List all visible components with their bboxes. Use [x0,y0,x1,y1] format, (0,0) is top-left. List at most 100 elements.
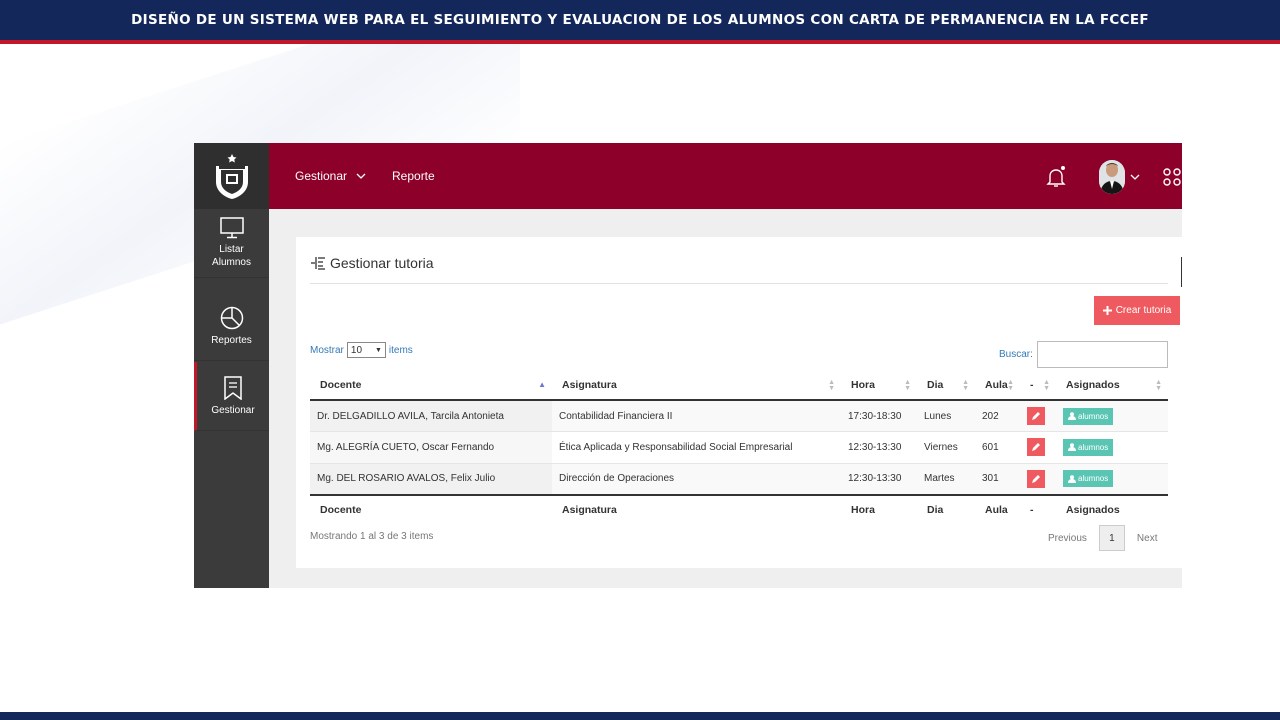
table-row: Mg. DEL ROSARIO AVALOS, Felix Julio Dire… [310,462,1168,495]
alumnos-button[interactable]: alumnos [1063,438,1114,456]
footer-aula: Aula [975,493,1020,525]
sidebar-item-label: Alumnos [212,257,251,268]
previous-button[interactable]: Previous [1048,533,1087,544]
cell-dia: Viernes [917,431,975,463]
search-label: Buscar: [999,349,1033,360]
cell-asignados: alumnos [1056,399,1168,432]
edit-button[interactable] [1027,407,1045,425]
alumnos-button[interactable]: alumnos [1063,407,1114,425]
cell-aula: 601 [975,431,1020,463]
user-icon [1068,443,1076,452]
sidebar-item-listar-alumnos[interactable]: Listar Alumnos [194,209,269,278]
page-title-text: Gestionar tutoria [330,255,434,271]
column-header-label: - [1030,378,1034,391]
page-length-select[interactable]: 10 ▼ [346,342,386,358]
user-icon [1068,474,1076,483]
user-icon [1068,412,1076,420]
edit-button[interactable] [1027,469,1045,488]
bookmark-icon [224,375,242,400]
crear-tutoria-label: Crear tutoria [1115,305,1172,316]
cell-edit [1020,399,1056,432]
items-label: items [388,344,413,356]
column-header-hora[interactable]: Hora ▲ ▼ [841,370,917,401]
app-screenshot: Listar Alumnos Reportes Gestionar Gestio… [194,143,1182,588]
page-length-control: Mostrar 10 ▼ items [310,342,413,358]
apps-button[interactable] [1162,167,1182,192]
cell-edit [1020,431,1056,463]
tutoria-table: Docente ▲ Asignatura ▲ ▼ Hora ▲ ▼ Dia ▲ ▼ Aula ▲… [310,370,1168,525]
cell-aula: 202 [975,399,1020,432]
sort-icon: ▲ ▼ [1155,379,1162,392]
footer-hora: Hora [841,493,917,525]
sort-asc-icon: ▲ [538,380,546,389]
cell-dia: Lunes [917,399,975,432]
cell-docente: Mg. DEL ROSARIO AVALOS, Felix Julio [310,462,552,495]
footer-asignados: Asignados [1056,493,1168,525]
top-navbar: Gestionar Reporte [269,143,1182,209]
cell-asignados: alumnos [1056,462,1168,495]
logo[interactable] [194,143,269,209]
cell-hora: 12:30-13:30 [841,431,917,463]
nav-gestionar-dropdown[interactable]: Gestionar [295,169,366,183]
nav-reporte[interactable]: Reporte [392,169,435,183]
sidebar-item-reportes[interactable]: Reportes [194,292,269,361]
notifications-button[interactable] [1044,165,1068,194]
sort-icon: ▲ ▼ [904,379,911,392]
divider [310,283,1168,284]
user-photo-icon [1099,160,1125,194]
sort-icon: ▲ ▼ [828,379,835,392]
slide-title: DISEÑO DE UN SISTEMA WEB PARA EL SEGUIMI… [131,12,1149,28]
column-header-dia[interactable]: Dia ▲ ▼ [917,370,975,401]
alumnos-label: alumnos [1078,411,1109,421]
pie-chart-icon [220,306,243,329]
nav-label: Gestionar [295,169,348,183]
cell-hora: 17:30-18:30 [841,399,917,432]
page-button-1[interactable]: 1 [1098,525,1125,551]
column-header-label: Aula [985,378,1008,391]
slide-footer [0,712,1280,720]
sidebar: Listar Alumnos Reportes Gestionar [194,143,269,588]
pencil-icon [1032,443,1040,452]
table-row: Mg. ALEGRÍA CUETO, Oscar Fernando Ética … [310,431,1168,463]
next-button[interactable]: Next [1137,533,1158,544]
cell-asignatura: Dirección de Operaciones [552,462,841,495]
column-header-docente[interactable]: Docente ▲ [310,370,552,401]
table-row: Dr. DELGADILLO AVILA, Tarcila Antonieta … [310,399,1168,432]
university-crest-icon [215,154,248,199]
column-header-label: Dia [927,378,944,391]
search-input[interactable] [1036,341,1168,368]
column-header-aula[interactable]: Aula ▲ ▼ [975,370,1020,401]
apps-grid-icon [1163,168,1181,186]
pencil-icon [1032,412,1040,420]
monitor-icon [219,217,244,239]
sort-icon: ▲ ▼ [962,379,969,392]
crear-tutoria-button[interactable]: Crear tutoria [1094,296,1180,325]
pagination: Previous 1 Next [1048,525,1157,551]
edit-button[interactable] [1027,438,1045,457]
pencil-icon [1032,474,1040,483]
avatar[interactable] [1099,160,1125,194]
column-header-label: Asignatura [562,378,617,391]
cell-asignados: alumnos [1056,431,1168,463]
avatar-chevron-down-icon[interactable] [1130,173,1140,181]
divider [1181,257,1182,287]
list-indent-icon [311,257,325,270]
column-header-asignatura[interactable]: Asignatura ▲ ▼ [552,370,841,401]
column-header-asignados[interactable]: Asignados ▲ ▼ [1056,370,1168,401]
alumnos-button[interactable]: alumnos [1063,470,1114,487]
footer-asignatura: Asignatura [552,493,841,525]
cell-docente: Dr. DELGADILLO AVILA, Tarcila Antonieta [310,399,552,432]
table-info: Mostrando 1 al 3 de 3 items [310,531,434,542]
cell-asignatura: Ética Aplicada y Responsabilidad Social … [552,431,841,463]
alumnos-label: alumnos [1078,442,1109,452]
page-length-value: 10 [350,344,363,356]
footer-docente: Docente [310,493,552,525]
footer-dia: Dia [917,493,975,525]
column-header-actions[interactable]: - ▲ ▼ [1020,370,1056,401]
sort-icon: ▲ ▼ [1043,379,1050,392]
sort-icon: ▲ ▼ [1007,379,1014,392]
cell-aula: 301 [975,462,1020,495]
plus-icon [1102,306,1112,315]
sidebar-item-gestionar[interactable]: Gestionar [194,362,269,431]
sidebar-item-label: Listar [219,244,244,255]
